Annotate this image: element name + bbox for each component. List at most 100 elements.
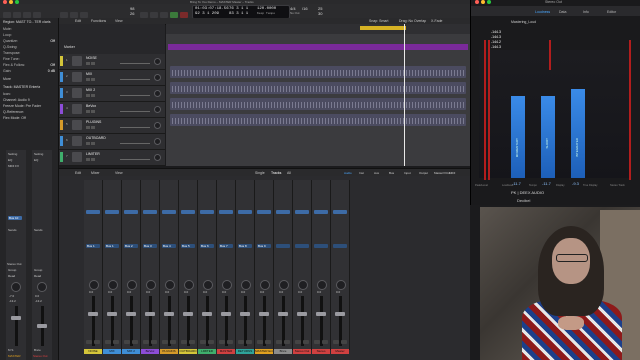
plugin-slot[interactable] [276,210,290,214]
mute-button[interactable] [314,340,320,344]
track-name[interactable]: BeVox [86,104,96,108]
track-pan-knob[interactable] [154,106,161,113]
volume-fader[interactable] [206,296,209,346]
solo-button[interactable] [91,110,95,113]
track-name[interactable]: PLUGINS [86,120,101,124]
mute-button[interactable] [86,94,90,97]
track-pan-knob[interactable] [154,122,161,129]
solo-button[interactable] [132,340,138,344]
functions-menu[interactable]: Functions [91,19,106,23]
solo-button[interactable] [91,142,95,145]
mute-button[interactable] [257,340,263,344]
drag-menu[interactable]: Drag: No Overlap [399,19,426,23]
inspector-row[interactable]: Transpose: [3,51,55,55]
volume-fader[interactable] [130,296,133,346]
cycle-area[interactable] [360,26,406,30]
mute-button[interactable] [86,340,92,344]
channel-name[interactable]: OUTBOARD [179,349,197,354]
plugin-slot[interactable] [105,210,119,214]
channel-name[interactable]: PLUGINS [160,349,178,354]
inspector-row[interactable]: Fine Tune: [3,57,55,61]
track-volume-slider[interactable] [120,111,150,112]
track-volume-slider[interactable] [120,127,150,128]
volume-fader[interactable] [111,296,114,346]
marker-track-label[interactable]: Marker [64,45,75,49]
pan-knob[interactable] [241,280,251,290]
pan-knob-right[interactable] [37,282,47,292]
solo-button[interactable] [91,78,95,81]
inspector-row[interactable]: Quantize: Off [3,39,55,43]
fader-cap[interactable] [183,312,193,316]
solo-button[interactable] [322,340,328,344]
plugin-tab[interactable]: Data [559,10,566,14]
mute-button[interactable] [86,126,90,129]
mixer-filter-button[interactable]: Bus [389,171,394,175]
pan-knob[interactable] [279,280,289,290]
channel-name[interactable]: MIX 2 [122,349,140,354]
group-left[interactable]: Group [8,268,16,272]
pan-knob[interactable] [89,280,99,290]
plugin-slot[interactable] [124,210,138,214]
track-volume-slider[interactable] [120,63,150,64]
region-label[interactable]: Region: MAST TO...TER claris [3,20,50,24]
volume-fader-left[interactable] [15,306,18,346]
fader-cap[interactable] [278,312,288,316]
channel-name[interactable]: NOISE [84,349,102,354]
volume-fader[interactable] [225,296,228,346]
fader-cap[interactable] [297,312,307,316]
plugin-slot[interactable] [295,210,309,214]
fader-cap-right[interactable] [37,324,47,328]
read-right[interactable]: Read [34,274,41,278]
plugin-slot[interactable] [314,210,328,214]
channel-name[interactable]: MASTER Ent [255,349,273,354]
eq-button[interactable]: EQ [8,158,12,162]
volume-fader[interactable] [244,296,247,346]
channel-name[interactable]: Stereo [312,349,330,354]
track-volume-slider[interactable] [120,79,150,80]
fader-cap-left[interactable] [11,316,21,320]
division[interactable]: /16 [302,6,308,11]
plugin-minimize-icon[interactable] [481,0,485,4]
bounce-button[interactable]: Bnce [34,348,41,352]
volume-fader[interactable] [282,296,285,346]
plugin-slot[interactable] [143,210,157,214]
solo-button[interactable] [303,340,309,344]
channel-name[interactable]: RETURNS [236,349,254,354]
fader-cap[interactable] [240,312,250,316]
marker-region[interactable] [168,44,468,50]
solo-button[interactable] [91,126,95,129]
volume-fader[interactable] [92,296,95,346]
mute-button[interactable] [276,340,282,344]
channel-name[interactable]: MIX [103,349,121,354]
send-slot[interactable] [276,244,290,248]
plugin-close-icon[interactable] [475,0,479,4]
plugin-slot[interactable] [219,210,233,214]
tracks-button[interactable]: Tracks [271,171,281,175]
track-name[interactable]: LIMITER [86,152,100,156]
fader-cap[interactable] [88,312,98,316]
plugin-bottom-button[interactable]: Display [556,184,565,187]
inspector-row[interactable]: Flex & Follow: Off [3,63,55,67]
solo-button[interactable] [208,340,214,344]
mute-button[interactable] [238,340,244,344]
channel-name[interactable]: MASTER [217,349,235,354]
mute-button[interactable] [86,62,90,65]
group-right[interactable]: Group [34,268,42,272]
volume-fader[interactable] [339,296,342,346]
pan-knob[interactable] [317,280,327,290]
mute-button[interactable] [86,142,90,145]
fader-cap[interactable] [316,312,326,316]
plugin-tab[interactable]: Editor [607,10,616,14]
plugin-bottom-button[interactable]: True Display [583,184,597,187]
mute-button[interactable] [333,340,339,344]
pan-knob[interactable] [127,280,137,290]
mute-button[interactable] [143,340,149,344]
track-pan-knob[interactable] [154,90,161,97]
channel-label[interactable]: Channel: Audio 9 [3,98,30,102]
track-name[interactable]: MIX [86,72,92,76]
volume-fader[interactable] [149,296,152,346]
solo-button[interactable] [284,340,290,344]
q-reference[interactable]: Q-Reference: [3,110,24,114]
solo-button[interactable] [91,94,95,97]
solo-button[interactable] [91,158,95,161]
